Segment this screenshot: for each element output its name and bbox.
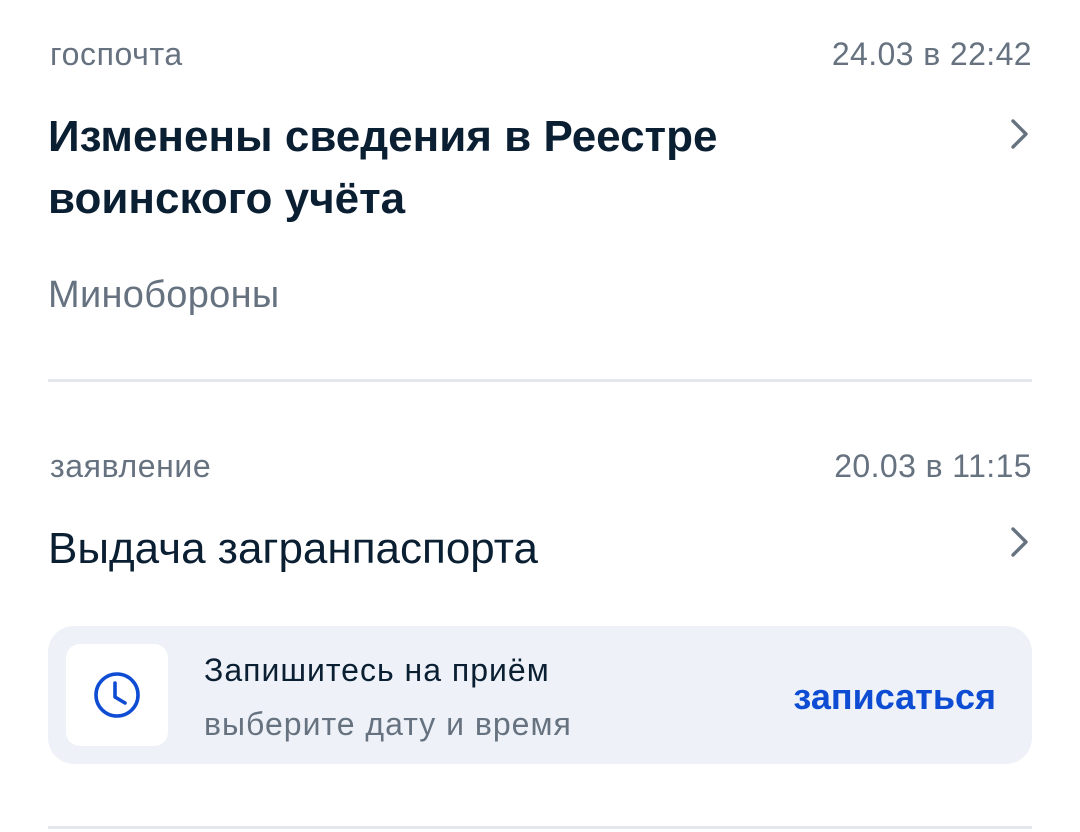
appointment-card[interactable]: Запишитесь на приём выберите дату и врем… (48, 626, 1032, 764)
notification-sender: Минобороны (48, 274, 280, 316)
book-appointment-button[interactable]: записаться (793, 676, 996, 718)
appointment-title: Запишитесь на приём (204, 652, 550, 688)
notification-meta: госпочта 24.03 в 22:42 (48, 36, 1032, 76)
divider (48, 826, 1032, 829)
notification-category: заявление (50, 448, 212, 484)
chevron-right-icon[interactable] (1008, 116, 1032, 152)
notification-meta: заявление 20.03 в 11:15 (48, 448, 1032, 488)
chevron-right-icon[interactable] (1008, 524, 1032, 560)
notification-category: госпочта (50, 36, 183, 72)
notification-item[interactable]: госпочта 24.03 в 22:42 Изменены сведения… (48, 36, 1032, 316)
notification-title: Выдача загранпаспорта (48, 524, 538, 573)
notification-title: Изменены сведения в Реестре воинского уч… (48, 106, 948, 230)
notification-datetime: 24.03 в 22:42 (831, 36, 1032, 72)
appointment-subtitle: выберите дату и время (204, 706, 572, 742)
notifications-feed: госпочта 24.03 в 22:42 Изменены сведения… (0, 0, 1080, 832)
appointment-icon-box (66, 644, 168, 746)
divider (48, 379, 1032, 382)
notification-title-line: Изменены сведения в Реестре (48, 112, 718, 161)
clock-icon (94, 672, 140, 718)
notification-item[interactable]: заявление 20.03 в 11:15 Выдача загранпас… (48, 448, 1032, 578)
notification-title-line: воинского учёта (48, 174, 406, 223)
notification-datetime: 20.03 в 11:15 (834, 448, 1032, 484)
